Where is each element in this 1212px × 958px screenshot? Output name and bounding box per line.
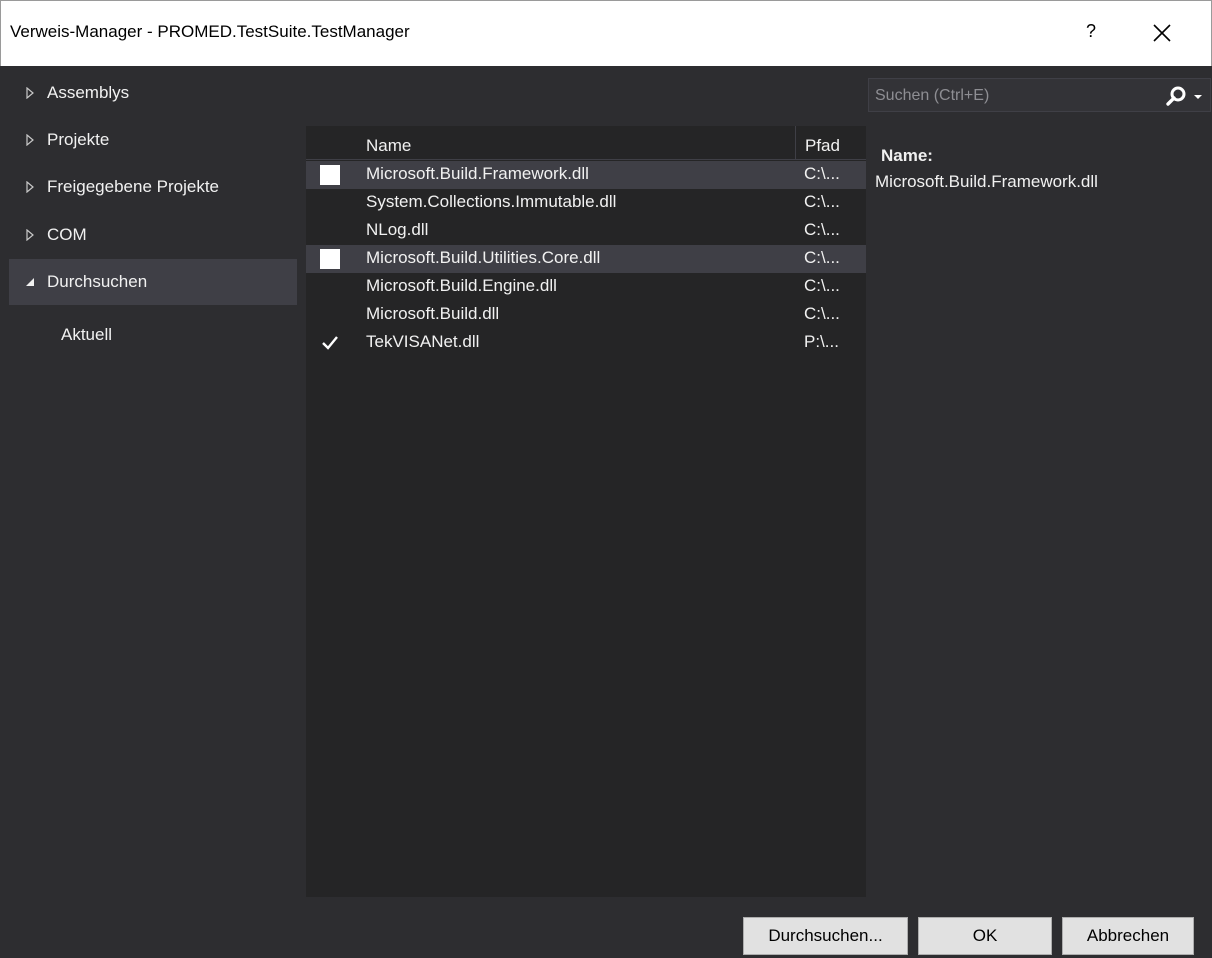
list-row[interactable]: Microsoft.Build.dll C:\... <box>306 301 866 329</box>
list-row[interactable]: Microsoft.Build.Utilities.Core.dll C:\..… <box>306 245 866 273</box>
row-checkbox[interactable] <box>320 249 340 269</box>
row-name: Microsoft.Build.Engine.dll <box>366 276 557 295</box>
nav-item-label: Freigegebene Projekte <box>47 177 220 196</box>
list-row[interactable]: TekVISANet.dll P:\... <box>306 329 866 357</box>
column-divider[interactable] <box>795 126 796 160</box>
nav-item-label: Assemblys <box>47 83 130 102</box>
nav-item-label: COM <box>47 225 87 244</box>
list-row[interactable]: Microsoft.Build.Engine.dll C:\... <box>306 273 866 301</box>
collapsed-arrow-icon <box>19 181 41 193</box>
row-path: C:\... <box>804 164 840 183</box>
window-title: Verweis-Manager - PROMED.TestSuite.TestM… <box>10 22 410 41</box>
search-icon[interactable] <box>1165 85 1187 107</box>
nav-item-projekte[interactable]: Projekte <box>9 117 297 163</box>
title-bar: Verweis-Manager - PROMED.TestSuite.TestM… <box>0 0 1212 66</box>
column-header-name[interactable]: Name <box>366 136 411 156</box>
list-row[interactable]: Microsoft.Build.Framework.dll C:\... <box>306 161 866 189</box>
row-name: TekVISANet.dll <box>366 332 480 351</box>
row-path: C:\... <box>804 304 840 323</box>
row-checkbox[interactable] <box>320 333 340 353</box>
row-path: C:\... <box>804 248 840 267</box>
nav-subitem-aktuell[interactable]: Aktuell <box>61 325 112 345</box>
nav-item-label: Projekte <box>47 130 110 149</box>
nav-item-label: Durchsuchen <box>47 272 148 291</box>
nav-item-assemblys[interactable]: Assemblys <box>9 70 297 116</box>
row-path: C:\... <box>804 220 840 239</box>
browse-button[interactable]: Durchsuchen... <box>743 917 908 955</box>
checkmark-icon <box>322 336 338 350</box>
search-options-dropdown-icon[interactable] <box>1191 87 1205 105</box>
row-path: P:\... <box>804 332 839 351</box>
row-path: C:\... <box>804 276 840 295</box>
search-input[interactable] <box>875 85 1155 107</box>
list-header: Name Pfad <box>306 126 866 160</box>
detail-name-value: Microsoft.Build.Framework.dll <box>875 172 1098 191</box>
collapsed-arrow-icon <box>19 87 41 99</box>
collapsed-arrow-icon <box>19 229 41 241</box>
nav-item-freigegebene-projekte[interactable]: Freigegebene Projekte <box>9 164 297 210</box>
row-path: C:\... <box>804 192 840 211</box>
row-name: Microsoft.Build.Utilities.Core.dll <box>366 248 601 267</box>
row-name: System.Collections.Immutable.dll <box>366 192 617 211</box>
row-name: Microsoft.Build.dll <box>366 304 500 323</box>
list-rows: Microsoft.Build.Framework.dll C:\... Sys… <box>306 161 866 357</box>
reference-list: Name Pfad Microsoft.Build.Framework.dll … <box>306 126 866 897</box>
column-header-path[interactable]: Pfad <box>805 136 840 156</box>
cancel-button[interactable]: Abbrechen <box>1062 917 1194 955</box>
ok-button[interactable]: OK <box>918 917 1052 955</box>
help-button[interactable]: ? <box>1071 21 1111 47</box>
detail-name-label: Name: <box>881 146 933 165</box>
row-name: Microsoft.Build.Framework.dll <box>366 164 589 183</box>
collapsed-arrow-icon <box>19 134 41 146</box>
nav-item-durchsuchen[interactable]: Durchsuchen <box>9 259 297 305</box>
search-box <box>868 78 1211 112</box>
row-name: NLog.dll <box>366 220 429 239</box>
list-row[interactable]: NLog.dll C:\... <box>306 217 866 245</box>
list-row[interactable]: System.Collections.Immutable.dll C:\... <box>306 189 866 217</box>
close-button[interactable] <box>1137 15 1187 51</box>
expanded-arrow-icon <box>19 277 41 287</box>
close-icon <box>1153 24 1171 42</box>
nav-item-com[interactable]: COM <box>9 212 297 258</box>
row-checkbox[interactable] <box>320 165 340 185</box>
